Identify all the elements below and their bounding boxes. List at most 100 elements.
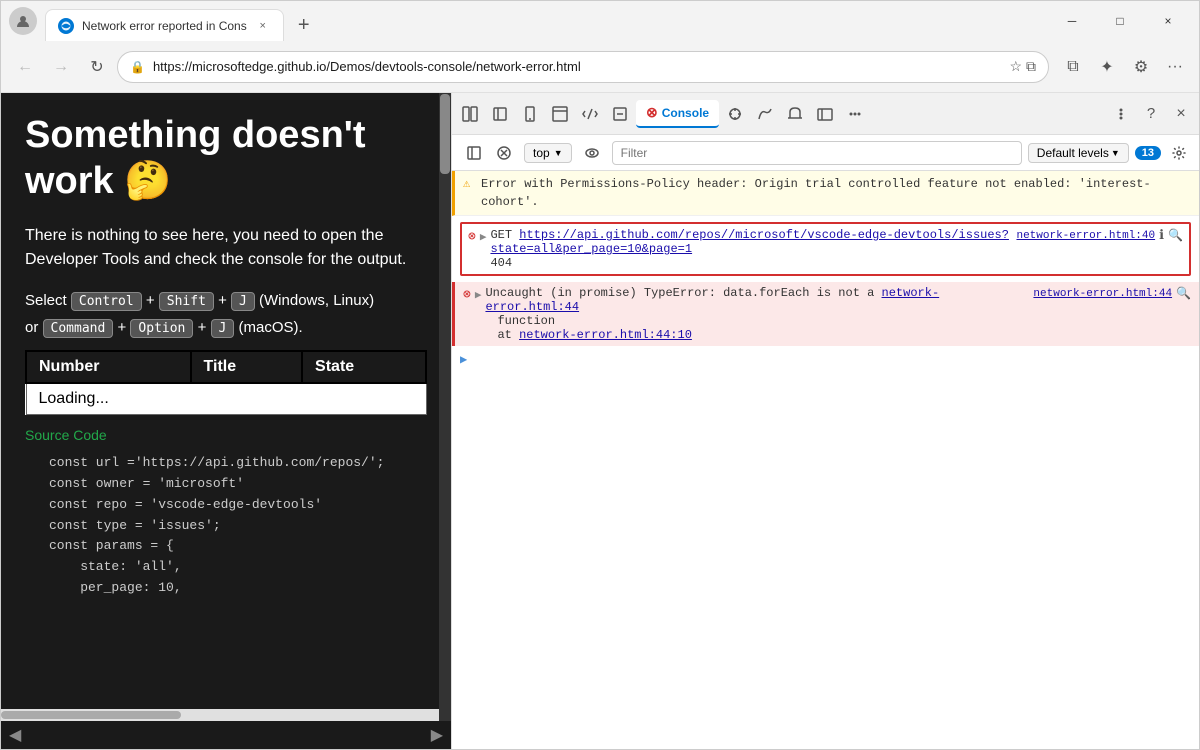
get-url[interactable]: https://api.github.com/repos//microsoft/… [490,228,1009,256]
option-key: Option [130,319,193,338]
context-dropdown-icon: ▼ [554,148,563,158]
plus3: + [117,319,126,336]
get-search-icon[interactable]: 🔍 [1168,228,1183,243]
forward-button[interactable]: → [45,51,77,83]
code-line-6: state: 'all', [25,557,427,578]
loading-cell: Loading... [26,383,426,415]
shift-key: Shift [159,292,214,311]
typeerror-search-icon[interactable]: 🔍 [1176,286,1191,301]
get-source-link[interactable]: network-error.html:40 [1016,230,1155,242]
context-label: top [533,146,550,160]
typeerror-at-link[interactable]: network-error.html:44:10 [519,328,692,342]
keyboard-hint-line1: Select Control + Shift + J (Windows, Lin… [25,292,427,311]
scroll-left-btn[interactable]: ◀ [9,725,21,745]
warning-icon: ⚠ [463,176,477,190]
console-tab-label: Console [662,106,709,120]
tab-network-code[interactable] [576,100,604,128]
devtools-device-button[interactable] [516,100,544,128]
devtools-inspect-button[interactable] [486,100,514,128]
webpage-scroll-thumb[interactable] [1,711,181,719]
level-dropdown-icon: ▼ [1111,148,1120,158]
plus4: + [198,319,207,336]
tab-performance[interactable] [751,100,779,128]
devtools-sidebar-toggle[interactable] [456,100,484,128]
more-button[interactable]: ··· [1159,51,1191,83]
lock-icon: 🔒 [130,60,145,74]
devtools-panel: ⊗ Console [451,93,1199,749]
devtools-help-button[interactable]: ? [1137,100,1165,128]
windows-hint: (Windows, Linux) [259,292,374,309]
console-sidebar-btn[interactable] [460,139,488,167]
webpage-bottom-nav: ◀ ▶ [1,721,451,749]
back-icon: ← [17,58,33,76]
webpage-content: Something doesn't work 🤔 There is nothin… [1,93,451,623]
profile-avatar[interactable] [9,7,37,35]
warning-message: ⚠ Error with Permissions-Policy header: … [452,171,1199,216]
devtools-more-options[interactable] [1107,100,1135,128]
code-line-5: const params = { [25,536,427,557]
get-error-row: ⊗ ▶ GET https://api.github.com/repos//mi… [462,224,1189,274]
webpage-right-scroll-thumb[interactable] [440,94,450,174]
devtools-top-toolbar: ⊗ Console [452,93,1199,135]
col-state: State [302,351,426,383]
settings-button[interactable]: ⚙ [1125,51,1157,83]
split-screen-button[interactable]: ⧉ [1057,51,1089,83]
tab-elements[interactable] [546,100,574,128]
get-info-icon[interactable]: ℹ [1159,228,1164,243]
maximize-button[interactable]: □ [1097,5,1143,37]
select-label: Select [25,292,67,309]
tab-application[interactable] [811,100,839,128]
refresh-icon: ↻ [90,57,103,77]
new-tab-button[interactable]: + [288,9,320,41]
plus2: + [218,292,227,309]
webpage-right-scrollbar[interactable] [439,93,451,721]
typeerror-source-link[interactable]: network-error.html:44 [1033,288,1172,300]
col-title: Title [191,351,303,383]
scroll-right-btn[interactable]: ▶ [431,725,443,745]
tab-sources[interactable] [721,100,749,128]
active-tab[interactable]: Network error reported in Cons × [45,9,284,41]
devtools-close-button[interactable]: × [1167,100,1195,128]
typeerror-icon: ⊗ [463,287,471,302]
context-selector[interactable]: top ▼ [524,143,572,163]
get-expand-arrow[interactable]: ▶ [480,230,487,244]
tab-close-button[interactable]: × [255,18,271,34]
favorites-icon[interactable]: ☆ [1009,58,1022,75]
minimize-button[interactable]: ─ [1049,5,1095,37]
refresh-button[interactable]: ↻ [81,51,113,83]
eye-button[interactable] [578,139,606,167]
copilot-button[interactable]: ✦ [1091,51,1123,83]
tab-memory[interactable] [781,100,809,128]
code-line-7: per_page: 10, [25,578,427,599]
typeerror-detail: function [485,314,1029,328]
plus1: + [146,292,155,309]
get-method: GET [490,228,519,242]
close-button[interactable]: × [1145,5,1191,37]
forward-icon: → [53,58,69,76]
filter-input[interactable] [612,141,1022,165]
tab-console[interactable]: ⊗ Console [636,100,719,128]
code-block: const url ='https://api.github.com/repos… [25,449,427,603]
url-bar[interactable]: 🔒 https://microsoftedge.github.io/Demos/… [117,51,1049,83]
level-selector[interactable]: Default levels ▼ [1028,143,1129,163]
back-button[interactable]: ← [9,51,41,83]
tab-more[interactable] [841,100,869,128]
typeerror-expand-arrow[interactable]: ▶ [475,288,482,302]
console-prompt-arrow[interactable]: ▶ [452,346,1199,373]
get-error-content: GET https://api.github.com/repos//micros… [490,228,1012,270]
get-error-icon: ⊗ [468,229,476,244]
console-settings-btn[interactable] [1167,141,1191,165]
table-row-loading: Loading... [26,383,426,415]
col-number: Number [26,351,191,383]
data-table: Number Title State Loading... [25,350,427,415]
source-code-label: Source Code [25,427,427,443]
webpage-scrollbar[interactable] [1,709,439,721]
typeerror-at: at network-error.html:44:10 [485,328,1029,342]
command-key: Command [43,319,114,338]
console-messages: ⚠ Error with Permissions-Policy header: … [452,171,1199,749]
main-area: Something doesn't work 🤔 There is nothin… [1,93,1199,749]
tab-device[interactable] [606,100,634,128]
console-clear-btn[interactable] [490,139,518,167]
collections-icon[interactable]: ⧉ [1026,58,1036,75]
url-text: https://microsoftedge.github.io/Demos/de… [153,59,1001,74]
